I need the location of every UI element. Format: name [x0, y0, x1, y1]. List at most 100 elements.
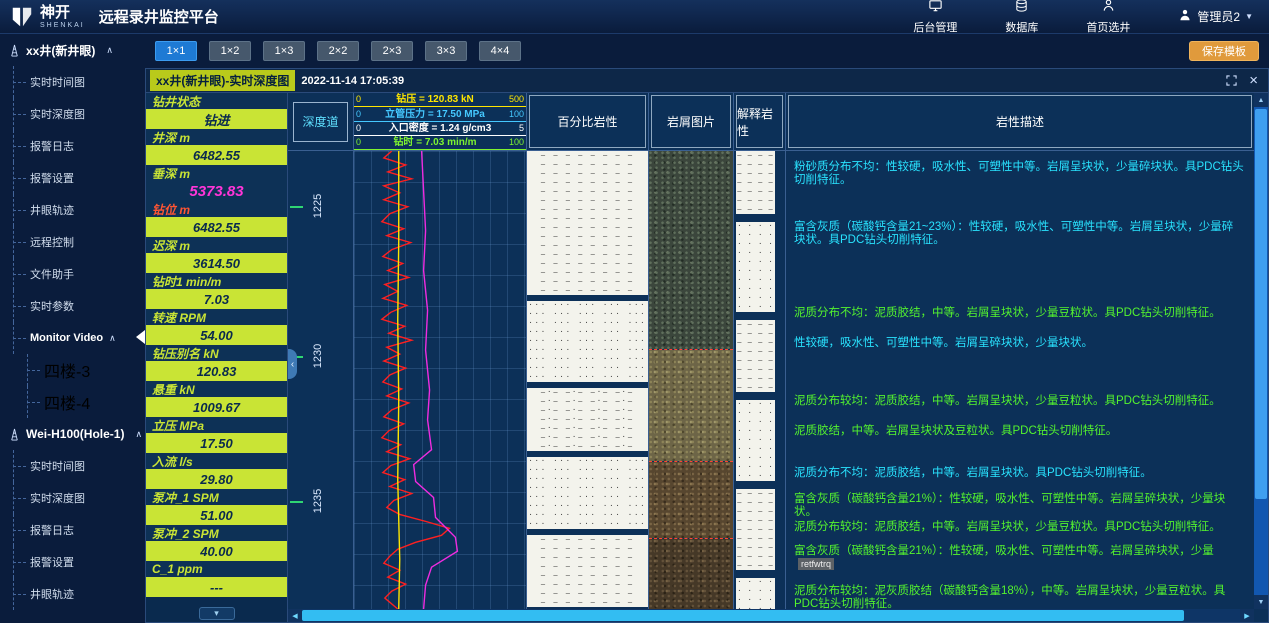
interpretation-symbol-row: — — — — [736, 338, 775, 347]
interpretation-symbol-row: — — — — [736, 525, 775, 534]
depth-label: 1230 [312, 344, 324, 368]
lithology-symbol-row: ··· ··· ··· ··· ··· [527, 484, 648, 493]
param-label-12: 泵冲_2 SPM [146, 525, 287, 541]
sidebar-item-label: 井眼轨迹 [30, 202, 74, 218]
layout-button-4x4[interactable]: 4×4 [479, 41, 521, 61]
interpretation-symbol-row: · · · · [736, 303, 775, 312]
sidebar-item-xx-realtime-params[interactable]: 实时参数 [0, 290, 145, 322]
interpretation-symbol-row: · · · · [736, 258, 775, 267]
sidebar-item-xx-video-floor4-4[interactable]: 四楼-4 [0, 386, 145, 418]
param-value-7: 120.83 [146, 361, 287, 381]
vertical-scroll-thumb[interactable] [1255, 109, 1267, 499]
layout-button-2x3[interactable]: 2×3 [371, 41, 413, 61]
sidebar-item-label: xx井(新井眼) [26, 42, 95, 59]
layout-button-3x3[interactable]: 3×3 [425, 41, 467, 61]
nav-item-admin-console[interactable]: 后台管理 [913, 0, 957, 35]
curve-scale-max: 100 [509, 138, 524, 148]
layout-button-1x3[interactable]: 1×3 [263, 41, 305, 61]
layout-button-2x2[interactable]: 2×2 [317, 41, 359, 61]
vertical-scroll-track[interactable] [1254, 107, 1268, 595]
sidebar-item-xx-video-floor4-3[interactable]: 四楼-3 [0, 354, 145, 386]
param-value-5: 7.03 [146, 289, 287, 309]
layout-button-1x2[interactable]: 1×2 [209, 41, 251, 61]
horizontal-scroll-thumb[interactable] [302, 610, 1184, 621]
top-nav: 后台管理 数据库 首页选井 管理员2▼ [913, 0, 1253, 35]
shenkai-logo-icon [10, 5, 34, 29]
sidebar-item-well-xx[interactable]: xx井(新井眼)∧ [0, 34, 145, 66]
scroll-right-button[interactable]: ▶ [1240, 609, 1254, 622]
interpretation-symbol-row: · · · · [736, 596, 775, 605]
lithology-symbol-row: — — — — — — — — [527, 277, 648, 286]
sidebar-item-xx-realtime-time-chart[interactable]: 实时时间图 [0, 66, 145, 98]
interpreted-lithology-track: — — — —— — — —— — — —— — — —— — — —— — —… [734, 151, 786, 609]
vertical-scrollbar[interactable]: ▲ ▼ [1254, 93, 1268, 609]
curves-svg [354, 151, 526, 609]
sidebar-item-wei-realtime-depth-chart[interactable]: 实时深度图 [0, 482, 145, 514]
sidebar-item-label: 文件助手 [30, 266, 74, 282]
panel-window-controls: × [1226, 73, 1258, 88]
collapse-handle[interactable]: ‹ [288, 349, 297, 379]
interpretation-symbol-row: — — — — [736, 320, 775, 329]
sidebar-item-wei-wellbore-trajectory[interactable]: 井眼轨迹 [0, 578, 145, 610]
curve-scale-3[interactable]: 0钻时 = 7.03 min/m100 [354, 136, 526, 150]
param-label-10: 入流 l/s [146, 453, 287, 469]
horizontal-scrollbar[interactable]: ◀ ▶ [288, 609, 1254, 622]
console-icon [928, 0, 943, 18]
sidebar-item-label: 报警设置 [30, 554, 74, 570]
close-icon[interactable]: × [1249, 73, 1258, 88]
drill-time-curve [382, 151, 450, 609]
lithology-symbol-row: –·– –·– –·– –·– [527, 406, 648, 415]
curve-scale-1[interactable]: 0立管压力 = 17.50 MPa100 [354, 107, 526, 121]
lithology-symbol-row: ··· ··· ··· ··· ··· [527, 520, 648, 529]
parameters-scroll-button[interactable]: ▾ [199, 607, 235, 620]
interpretation-symbol-row: · · · · [736, 276, 775, 285]
nav-item-database[interactable]: 数据库 [1005, 0, 1038, 35]
cuttings-photo-track [649, 151, 734, 609]
sidebar-item-wei-alarm-log[interactable]: 报警日志 [0, 514, 145, 546]
lithology-symbol-row: — — — — — — — — [527, 580, 648, 589]
scroll-down-button[interactable]: ▼ [1254, 595, 1268, 609]
lithology-description: 泥质胶结，中等。岩屑呈块状及豆粒状。具PDC钻头切削特征。 [794, 425, 1244, 438]
active-panel-marker [136, 330, 145, 344]
horizontal-scroll-track[interactable] [302, 609, 1240, 622]
chevron-down-icon: ▼ [1245, 12, 1253, 21]
overlay-badge: retfwtrq [798, 558, 834, 570]
sidebar-item-xx-alarm-settings[interactable]: 报警设置 [0, 162, 145, 194]
interpretation-symbol-row: — — — — [736, 160, 775, 169]
sidebar: xx井(新井眼)∧实时时间图实时深度图报警日志报警设置井眼轨迹远程控制文件助手实… [0, 34, 145, 623]
curve-scale-2[interactable]: 0入口密度 = 1.24 g/cm35 [354, 122, 526, 136]
scroll-left-button[interactable]: ◀ [288, 609, 302, 622]
layout-button-1x1[interactable]: 1×1 [155, 41, 197, 61]
interpretation-symbol-row: · · · · [736, 267, 775, 276]
interpretation-symbol-row: · · · · [736, 454, 775, 463]
curve-scale-0[interactable]: 0钻压 = 120.83 kN500 [354, 93, 526, 107]
sidebar-item-well-wei-h100[interactable]: Wei-H100(Hole-1)∧ [0, 418, 145, 450]
sidebar-item-xx-realtime-depth-chart[interactable]: 实时深度图 [0, 98, 145, 130]
sidebar-item-xx-alarm-log[interactable]: 报警日志 [0, 130, 145, 162]
lithology-symbol-row: — — — — — — — — [527, 214, 648, 223]
sidebar-item-xx-wellbore-trajectory[interactable]: 井眼轨迹 [0, 194, 145, 226]
sidebar-item-label: 报警设置 [30, 170, 74, 186]
nav-item-well-select[interactable]: 首页选井 [1086, 0, 1130, 35]
sidebar-item-xx-remote-control[interactable]: 远程控制 [0, 226, 145, 258]
sidebar-item-wei-realtime-time-chart[interactable]: 实时时间图 [0, 450, 145, 482]
sidebar-item-wei-alarm-settings[interactable]: 报警设置 [0, 546, 145, 578]
fullscreen-icon[interactable] [1226, 75, 1237, 86]
curve-name-value: 钻压 = 120.83 kN [396, 94, 474, 105]
lithology-description: 粉砂质分布不均：性较硬，吸水性、可塑性中等。岩屑呈块状，少量碎块状。具PDC钻头… [794, 161, 1244, 187]
sidebar-item-label: 实时深度图 [30, 490, 85, 506]
interpretation-symbol-row: — — — — [736, 534, 775, 543]
save-template-button[interactable]: 保存模板 [1189, 41, 1259, 61]
interpretation-symbol-row: · · · · [736, 578, 775, 587]
sidebar-item-xx-monitor-video[interactable]: Monitor Video∧ [0, 322, 145, 354]
lithology-description: 泥质分布不均：泥质胶结，中等。岩屑呈块状，少量豆粒状。具PDC钻头切削特征。 [794, 307, 1244, 320]
interpretation-symbol-row: · · · · [736, 436, 775, 445]
lithology-symbol-row: –·– –·– –·– –·– [527, 415, 648, 424]
param-value-11: 51.00 [146, 505, 287, 525]
param-label-7: 钻压别名 kN [146, 345, 287, 361]
sidebar-item-xx-file-helper[interactable]: 文件助手 [0, 258, 145, 290]
user-menu[interactable]: 管理员2▼ [1178, 8, 1253, 25]
scroll-up-button[interactable]: ▲ [1254, 93, 1268, 107]
param-value-3: 6482.55 [146, 217, 287, 237]
sidebar-item-label: 实时参数 [30, 298, 74, 314]
